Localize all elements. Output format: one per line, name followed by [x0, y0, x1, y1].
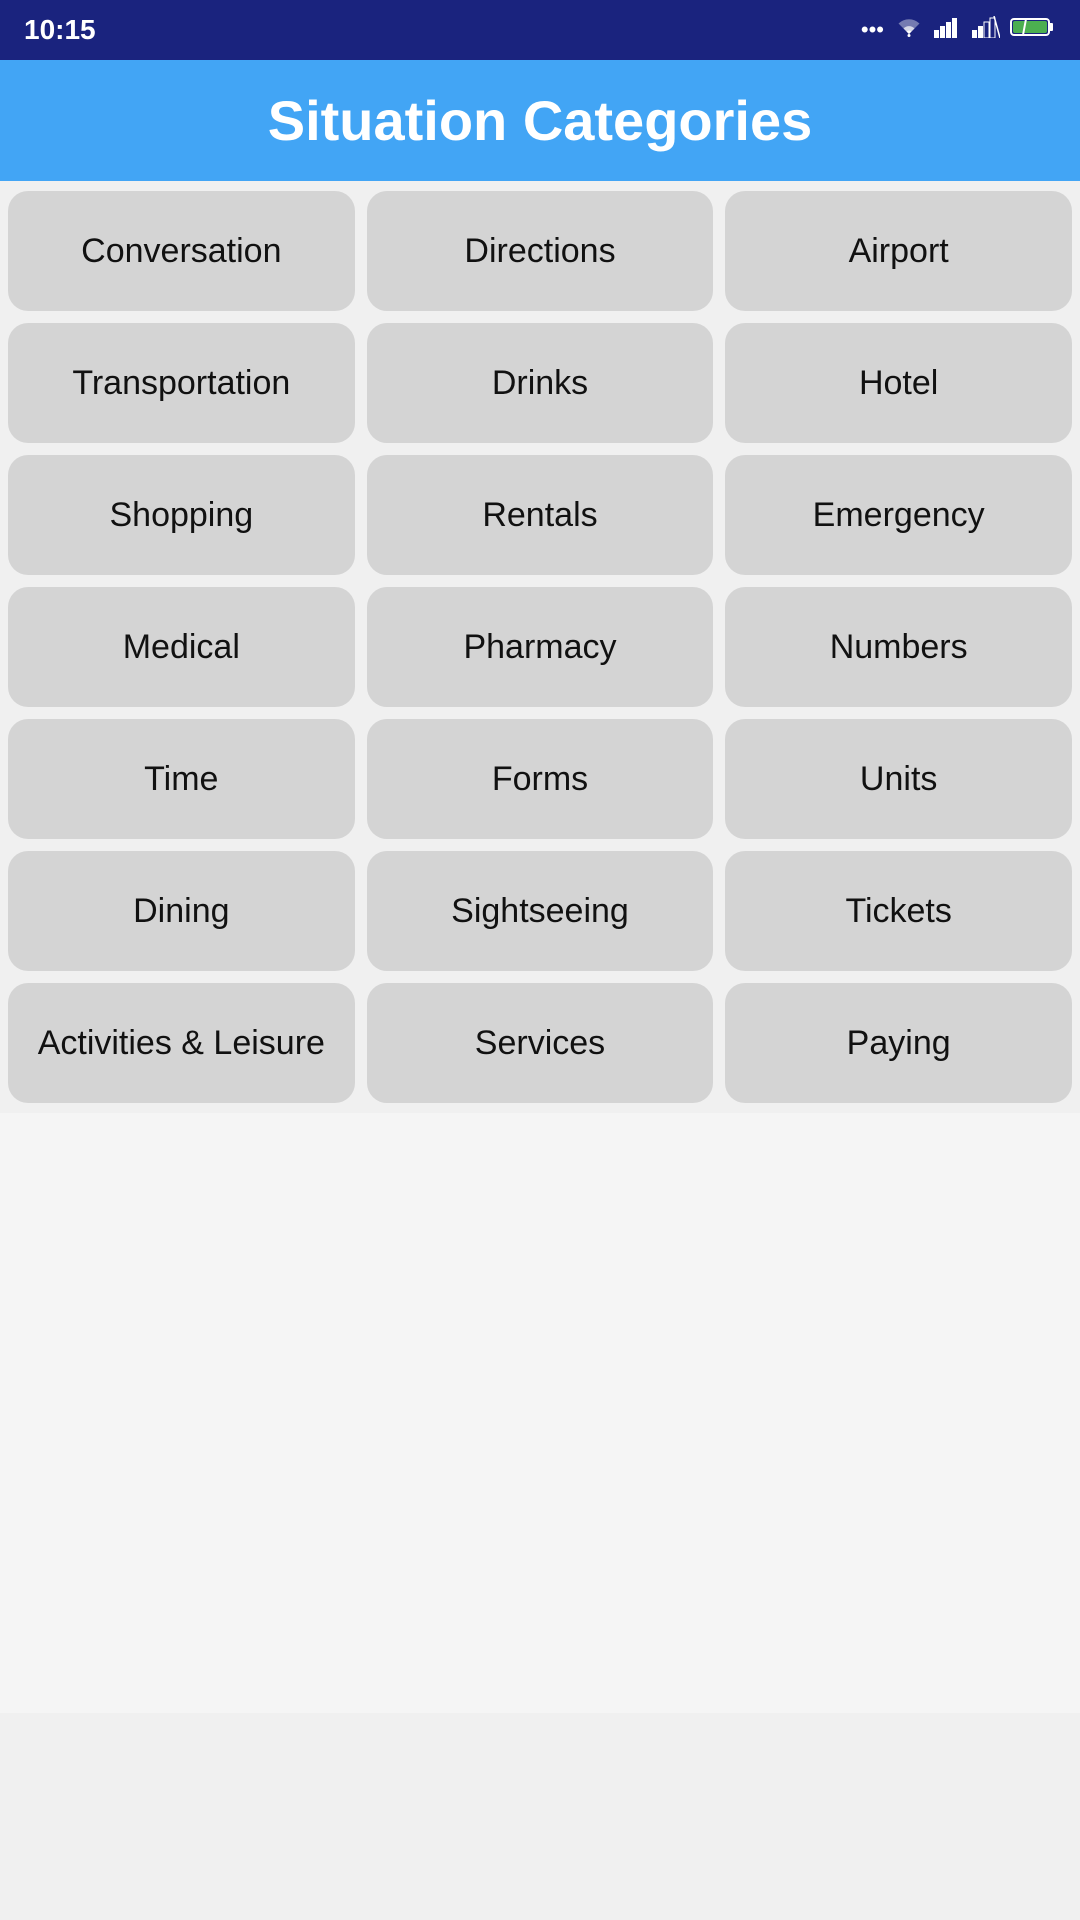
- category-label-activities-leisure: Activities & Leisure: [38, 1023, 325, 1064]
- status-icons: •••: [861, 16, 1056, 44]
- category-numbers[interactable]: Numbers: [725, 587, 1072, 707]
- category-time[interactable]: Time: [8, 719, 355, 839]
- category-label-time: Time: [144, 759, 218, 800]
- category-shopping[interactable]: Shopping: [8, 455, 355, 575]
- category-label-numbers: Numbers: [830, 627, 968, 668]
- category-units[interactable]: Units: [725, 719, 1072, 839]
- category-hotel[interactable]: Hotel: [725, 323, 1072, 443]
- wifi-icon: [894, 16, 924, 44]
- category-label-emergency: Emergency: [813, 495, 985, 536]
- category-label-conversation: Conversation: [81, 231, 281, 272]
- category-services[interactable]: Services: [367, 983, 714, 1103]
- status-bar: 10:15 •••: [0, 0, 1080, 60]
- category-pharmacy[interactable]: Pharmacy: [367, 587, 714, 707]
- category-label-units: Units: [860, 759, 937, 800]
- category-directions[interactable]: Directions: [367, 191, 714, 311]
- category-dining[interactable]: Dining: [8, 851, 355, 971]
- categories-grid: Conversation Directions Airport Transportat…: [0, 181, 1080, 1113]
- category-transportation[interactable]: Transportation: [8, 323, 355, 443]
- category-label-tickets: Tickets: [845, 891, 951, 932]
- category-rentals[interactable]: Rentals: [367, 455, 714, 575]
- empty-area: [0, 1113, 1080, 1713]
- category-label-shopping: Shopping: [109, 495, 253, 536]
- status-time: 10:15: [24, 14, 96, 46]
- dots-icon: •••: [861, 17, 884, 43]
- category-label-drinks: Drinks: [492, 363, 588, 404]
- category-label-transportation: Transportation: [72, 363, 290, 404]
- category-airport[interactable]: Airport: [725, 191, 1072, 311]
- category-activities-leisure[interactable]: Activities & Leisure: [8, 983, 355, 1103]
- category-label-hotel: Hotel: [859, 363, 938, 404]
- category-label-airport: Airport: [849, 231, 949, 272]
- category-label-pharmacy: Pharmacy: [463, 627, 616, 668]
- category-label-services: Services: [475, 1023, 605, 1064]
- category-label-directions: Directions: [464, 231, 615, 272]
- battery-icon: [1010, 16, 1056, 44]
- category-medical[interactable]: Medical: [8, 587, 355, 707]
- page-header: Situation Categories: [0, 60, 1080, 181]
- category-forms[interactable]: Forms: [367, 719, 714, 839]
- signal2-icon: [972, 16, 1000, 44]
- category-sightseeing[interactable]: Sightseeing: [367, 851, 714, 971]
- category-emergency[interactable]: Emergency: [725, 455, 1072, 575]
- category-label-forms: Forms: [492, 759, 588, 800]
- category-label-medical: Medical: [123, 627, 240, 668]
- category-tickets[interactable]: Tickets: [725, 851, 1072, 971]
- category-conversation[interactable]: Conversation: [8, 191, 355, 311]
- signal-icon: [934, 16, 962, 44]
- category-label-sightseeing: Sightseeing: [451, 891, 629, 932]
- category-label-rentals: Rentals: [482, 495, 597, 536]
- category-label-dining: Dining: [133, 891, 229, 932]
- category-drinks[interactable]: Drinks: [367, 323, 714, 443]
- category-paying[interactable]: Paying: [725, 983, 1072, 1103]
- page-title: Situation Categories: [20, 88, 1060, 153]
- category-label-paying: Paying: [847, 1023, 951, 1064]
